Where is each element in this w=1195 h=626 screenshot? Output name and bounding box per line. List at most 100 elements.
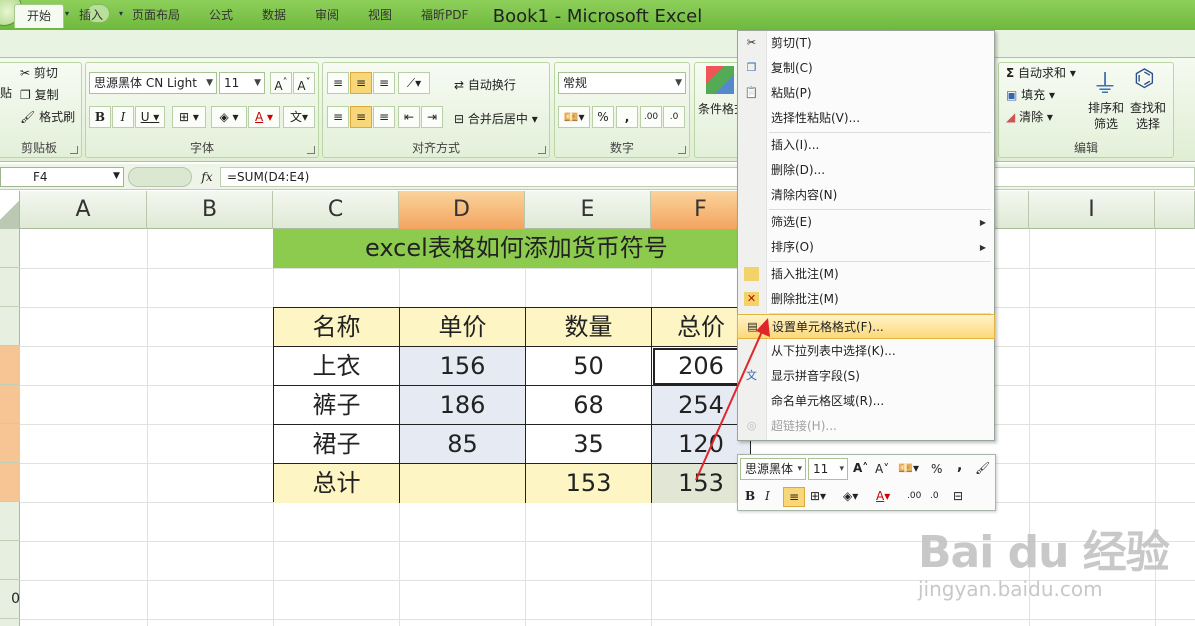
paste-button-label[interactable]: 贴 (0, 84, 12, 101)
column-header-d[interactable]: D (399, 191, 525, 229)
clipboard-launcher-icon[interactable] (70, 146, 78, 154)
select-all-button[interactable] (0, 191, 20, 229)
column-header-a[interactable]: A (20, 191, 147, 229)
merge-center-button[interactable]: ⊟ 合并后居中 ▾ (454, 110, 538, 127)
header-cell-price[interactable]: 单价 (400, 308, 526, 347)
tab-formulas[interactable]: 公式 (197, 4, 245, 28)
fill-color-button[interactable]: ◈ ▾ (211, 106, 247, 128)
increase-decimal-button[interactable]: .00 (640, 106, 662, 128)
decrease-decimal-button[interactable]: .0 (663, 106, 685, 128)
tab-home[interactable]: 开始 (14, 4, 65, 28)
table-cell[interactable]: 50 (526, 347, 652, 386)
column-header-j[interactable] (1155, 191, 1195, 229)
align-right-button[interactable]: ≡ (373, 106, 395, 128)
align-bottom-button[interactable]: ≡ (373, 72, 395, 94)
number-launcher-icon[interactable] (678, 146, 686, 154)
mini-accounting-button[interactable]: 💴▾ (898, 461, 919, 475)
table-cell[interactable]: 186 (400, 386, 526, 425)
menu-item-filter[interactable]: 筛选(E) ▶ (737, 210, 995, 235)
row-header[interactable] (0, 346, 20, 385)
table-cell[interactable]: 裙子 (274, 425, 400, 464)
menu-item-paste-special[interactable]: 选择性粘贴(V)... (737, 106, 995, 131)
tab-review[interactable]: 审阅 (303, 4, 351, 28)
format-painter-button[interactable]: 🖌 格式刷 (20, 108, 75, 125)
formula-input[interactable]: =SUM(D4:E4) (220, 167, 1195, 187)
accounting-format-button[interactable]: 💴▾ (558, 106, 590, 128)
column-header-i[interactable]: I (1029, 191, 1155, 229)
percent-style-button[interactable]: % (592, 106, 614, 128)
wrap-text-button[interactable]: ⇄ 自动换行 (454, 76, 516, 93)
tab-page-layout[interactable]: 页面布局 (120, 4, 192, 28)
mini-increase-decimal-button[interactable]: .00 (907, 491, 921, 501)
mini-italic-button[interactable]: I (765, 489, 770, 503)
column-header-c[interactable]: C (273, 191, 399, 229)
column-header-b[interactable]: B (147, 191, 273, 229)
mini-percent-button[interactable]: % (931, 462, 942, 476)
menu-item-delete-comment[interactable]: ✕ 删除批注(M) (737, 287, 995, 312)
formula-bar-splitter[interactable] (128, 167, 192, 187)
total-label-cell[interactable]: 总计 (274, 464, 400, 503)
align-top-button[interactable]: ≡ (327, 72, 349, 94)
font-color-button[interactable]: A ▾ (248, 106, 280, 128)
italic-button[interactable]: I (112, 106, 134, 128)
grow-font-button[interactable]: A˄ (270, 72, 292, 94)
borders-button[interactable]: ⊞ ▾ (172, 106, 206, 128)
row-header[interactable] (0, 229, 20, 268)
table-cell[interactable]: 68 (526, 386, 652, 425)
row-header[interactable] (0, 502, 20, 541)
row-header[interactable] (0, 424, 20, 463)
menu-item-copy[interactable]: ❐ 复制(C) (737, 56, 995, 81)
column-header-h[interactable] (995, 191, 1029, 229)
decrease-indent-button[interactable]: ⇤ (398, 106, 420, 128)
row-header[interactable] (0, 385, 20, 424)
find-select-button[interactable]: 查找和 选择 (1130, 100, 1166, 132)
copy-button[interactable]: ❐ 复制 (20, 86, 59, 103)
row-header[interactable] (0, 541, 20, 580)
autosum-button[interactable]: Σ 自动求和 ▾ (1006, 64, 1076, 81)
table-cell[interactable]: 裤子 (274, 386, 400, 425)
mini-font-size-combo[interactable]: 11 ▾ (808, 458, 848, 480)
row-header[interactable]: 0 (0, 580, 20, 619)
underline-button[interactable]: U ▾ (135, 106, 165, 128)
header-cell-qty[interactable]: 数量 (526, 308, 652, 347)
bold-button[interactable]: B (89, 106, 111, 128)
menu-item-sort[interactable]: 排序(O) ▶ (737, 235, 995, 260)
sort-filter-icon[interactable]: ⏚ (1092, 64, 1118, 101)
orientation-button[interactable]: ⟋▾ (398, 72, 430, 94)
mini-decrease-decimal-button[interactable]: .0 (930, 491, 939, 501)
menu-item-paste[interactable]: 📋 粘贴(P) (737, 81, 995, 106)
name-box-dropdown-icon[interactable]: ▼ (113, 171, 120, 181)
mini-shrink-font-button[interactable]: A˅ (875, 462, 889, 476)
align-middle-button[interactable]: ≡ (350, 72, 372, 94)
tab-view[interactable]: 视图 (356, 4, 404, 28)
fill-button[interactable]: ▣ 填充 ▾ (1006, 86, 1055, 103)
menu-item-clear-contents[interactable]: 清除内容(N) (737, 183, 995, 208)
column-header-f[interactable]: F (651, 191, 751, 229)
mini-comma-button[interactable]: , (957, 458, 962, 474)
row-header[interactable] (0, 268, 20, 307)
conditional-format-icon[interactable] (706, 66, 734, 94)
alignment-launcher-icon[interactable] (538, 146, 546, 154)
tab-data[interactable]: 数据 (250, 4, 298, 28)
menu-item-insert[interactable]: 插入(I)... (737, 133, 995, 158)
mini-bold-button[interactable]: B (745, 489, 755, 503)
table-cell[interactable]: 35 (526, 425, 652, 464)
mini-center-button[interactable]: ≡ (783, 487, 805, 507)
font-size-combo[interactable]: 11 ▼ (219, 72, 265, 94)
mini-font-color-button[interactable]: A▾ (876, 489, 890, 503)
cut-button[interactable]: ✂ 剪切 (20, 64, 58, 81)
mini-grow-font-button[interactable]: A˄ (853, 461, 868, 475)
mini-merge-button[interactable]: ⊟ (953, 489, 963, 503)
mini-borders-button[interactable]: ⊞▾ (810, 489, 826, 503)
insert-function-icon[interactable]: fx (196, 167, 218, 187)
clear-button[interactable]: ◢ 清除 ▾ (1006, 108, 1053, 125)
shrink-font-button[interactable]: A˅ (293, 72, 315, 94)
binoculars-icon[interactable]: ⌬ (1134, 64, 1155, 92)
row-header[interactable] (0, 307, 20, 346)
table-cell[interactable] (400, 464, 526, 503)
sort-filter-button[interactable]: 排序和 筛选 (1088, 100, 1124, 132)
menu-item-cut[interactable]: ✂ 剪切(T) (737, 31, 995, 56)
header-cell-name[interactable]: 名称 (274, 308, 400, 347)
table-cell[interactable]: 上衣 (274, 347, 400, 386)
increase-indent-button[interactable]: ⇥ (421, 106, 443, 128)
